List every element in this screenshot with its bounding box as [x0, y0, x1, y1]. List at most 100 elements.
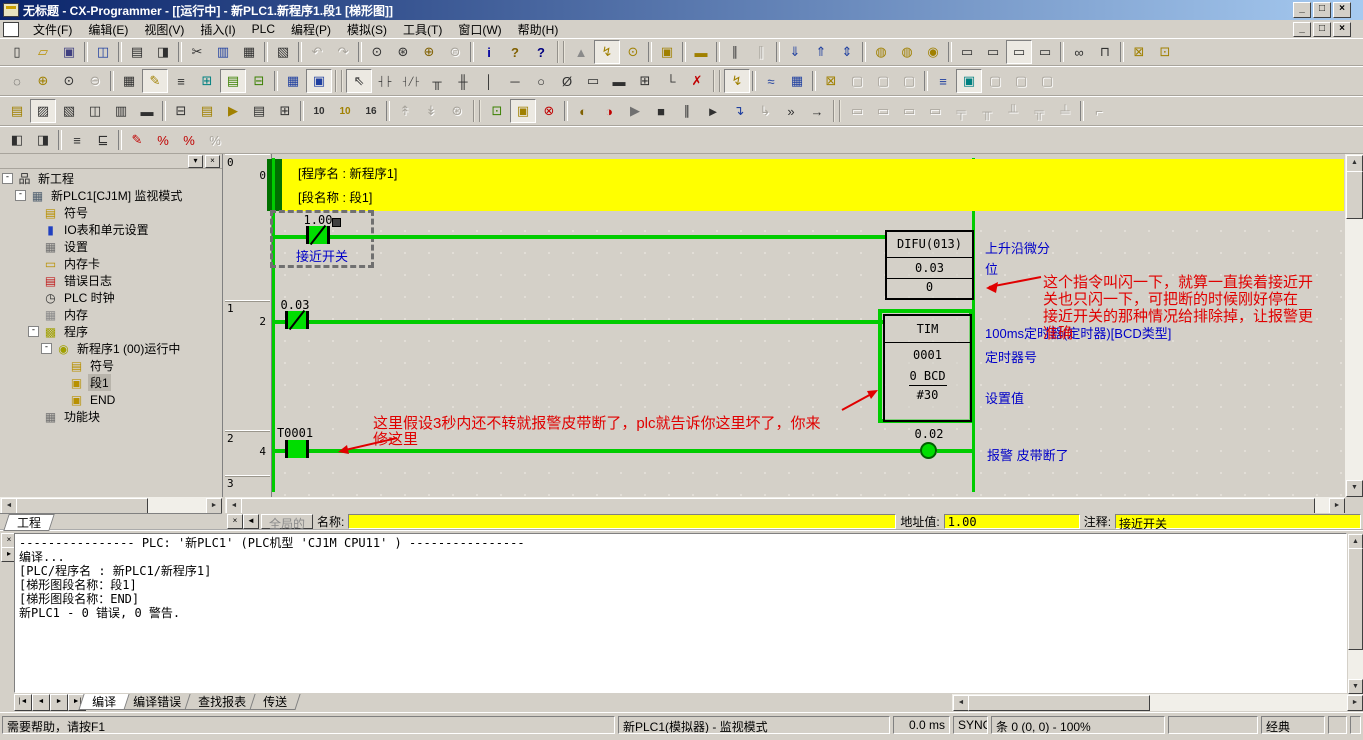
output-window-button[interactable]: ▨: [30, 99, 56, 123]
info-button[interactable]: i: [476, 40, 502, 64]
output-v-scrollbar[interactable]: ▲ ▼: [1348, 534, 1363, 693]
symbol-view-button[interactable]: ▭: [1006, 40, 1032, 64]
grid-toggle-button[interactable]: ▦: [116, 69, 142, 93]
binary-monitor-button[interactable]: ⊞: [272, 99, 298, 123]
symbol-bar-close-button[interactable]: ×: [227, 514, 243, 529]
comment-input[interactable]: 接近开关: [1115, 514, 1361, 529]
new-instruction-nc-button[interactable]: ▬: [606, 69, 632, 93]
cut-button[interactable]: ✂: [184, 40, 210, 64]
new-or-contact-nc-button[interactable]: ╫: [450, 69, 476, 93]
send-changes-button[interactable]: ▭: [896, 99, 922, 123]
paste-special-button[interactable]: ▧: [270, 40, 296, 64]
sim-step-out-button[interactable]: ↳: [752, 99, 778, 123]
display-decimal-button[interactable]: 10: [306, 99, 332, 123]
jump-prev-button[interactable]: ↟: [392, 99, 418, 123]
new-file-button[interactable]: ▯: [4, 40, 30, 64]
shortcut-settings-button[interactable]: ⊠: [818, 69, 844, 93]
io-multi-monitor-button[interactable]: ▣: [956, 69, 982, 93]
minimize-button[interactable]: _: [1293, 2, 1311, 18]
retrieve-button[interactable]: ⊜: [442, 40, 468, 64]
force-cancel-button[interactable]: ╨: [1000, 99, 1026, 123]
upload-program-button[interactable]: ⇑: [808, 40, 834, 64]
error-log-button[interactable]: ▣: [654, 40, 680, 64]
scroll-down-arrow-icon[interactable]: ▼: [1348, 679, 1363, 694]
fb-instance-button[interactable]: ⊛: [444, 99, 470, 123]
tree-item-io-table[interactable]: ▮ IO表和单元设置: [0, 221, 222, 238]
delete-mode-button[interactable]: ✗: [684, 69, 710, 93]
memory-window-button[interactable]: ▥: [108, 99, 134, 123]
tree-expand-toggle[interactable]: -: [15, 190, 26, 201]
sim-step-button[interactable]: ►: [700, 99, 726, 123]
release-password-button[interactable]: ⊡: [1152, 40, 1178, 64]
pause-cancel-button[interactable]: ◑: [596, 99, 622, 123]
new-instruction-button[interactable]: ▭: [580, 69, 606, 93]
block-structure-button[interactable]: ≡: [930, 69, 956, 93]
scroll-right-arrow-icon[interactable]: ►: [1329, 498, 1345, 514]
sim-run-button[interactable]: ▶: [622, 99, 648, 123]
tree-item-memory-card[interactable]: ▭ 内存卡: [0, 255, 222, 272]
replace-button[interactable]: ⊛: [390, 40, 416, 64]
display-signed-decimal-button[interactable]: 10: [332, 99, 358, 123]
set-password-button[interactable]: ⊠: [1126, 40, 1152, 64]
scroll-right-arrow-icon[interactable]: ►: [1347, 695, 1363, 711]
close-button[interactable]: ×: [1333, 2, 1351, 18]
name-input[interactable]: [348, 514, 896, 529]
partial-upload-button[interactable]: ◍: [894, 40, 920, 64]
tab-find-report[interactable]: 查找报表: [184, 694, 259, 710]
annotate-pen-button[interactable]: ✎: [124, 128, 150, 152]
open-file-button[interactable]: ▱: [30, 40, 56, 64]
local-symbol-button[interactable]: ▤: [246, 99, 272, 123]
mdi-minimize-button[interactable]: _: [1293, 22, 1311, 37]
online-edit-compare-button[interactable]: ≈: [758, 69, 784, 93]
tree-item-memory[interactable]: ▦ 内存: [0, 306, 222, 323]
transfer-to-plc-button[interactable]: ▬: [688, 40, 714, 64]
io-comment-button[interactable]: ⊞: [194, 69, 220, 93]
copy-button[interactable]: ▥: [210, 40, 236, 64]
tree-item-end[interactable]: ▣ END: [0, 391, 222, 408]
panel-dropdown-button[interactable]: ▾: [188, 155, 203, 168]
sim-scan-run-button[interactable]: →: [804, 99, 830, 123]
print-button[interactable]: ▤: [124, 40, 150, 64]
ladder-view-button[interactable]: ▭: [954, 40, 980, 64]
new-fb-call-button[interactable]: ⊞: [632, 69, 658, 93]
undo-button[interactable]: ↶: [304, 40, 330, 64]
window-3-button[interactable]: ▢: [1034, 69, 1060, 93]
tree-expand-toggle[interactable]: -: [28, 326, 39, 337]
panel-close-button[interactable]: ×: [205, 155, 220, 168]
reset-bit-button[interactable]: ╧: [1052, 99, 1078, 123]
scroll-thumb[interactable]: [968, 695, 1150, 711]
output-log[interactable]: ---------------- PLC: '新PLC1' (PLC机型 'CJ…: [14, 533, 1347, 693]
scroll-down-arrow-icon[interactable]: ▼: [1346, 480, 1363, 497]
new-contact-nc-button[interactable]: ┤╱├: [398, 69, 424, 93]
window-1-button[interactable]: ▢: [982, 69, 1008, 93]
show-rung-annotation-button[interactable]: ⊑: [90, 128, 116, 152]
monitor-flag-button[interactable]: ▶: [220, 99, 246, 123]
zoom-out-button[interactable]: ⊖: [82, 69, 108, 93]
download-program-button[interactable]: ⇓: [782, 40, 808, 64]
sim-pause-button[interactable]: ∥: [674, 99, 700, 123]
watch-window-button[interactable]: ∞: [1066, 40, 1092, 64]
zoom-100-button[interactable]: ⊙: [56, 69, 82, 93]
paste-button[interactable]: ▦: [236, 40, 262, 64]
scroll-left-arrow-icon[interactable]: ◄: [226, 498, 242, 514]
comment-list-button[interactable]: ≡: [168, 69, 194, 93]
tab-transfer[interactable]: 传送: [249, 694, 300, 710]
usage-percent3-button[interactable]: %: [202, 128, 228, 152]
menu-simulation[interactable]: 模拟(S): [339, 20, 395, 39]
usage-percent-button[interactable]: %: [150, 128, 176, 152]
ladder-h-scrollbar[interactable]: ◄ ►: [225, 497, 1345, 513]
menu-plc[interactable]: PLC: [244, 21, 283, 37]
online-edit-transfer-button[interactable]: ▦: [784, 69, 810, 93]
next-tab-arrow-icon[interactable]: ►: [50, 694, 68, 711]
partial-compare-button[interactable]: ◉: [920, 40, 946, 64]
first-tab-arrow-icon[interactable]: |◄: [14, 694, 32, 711]
zoom-in-button[interactable]: ⊕: [30, 69, 56, 93]
new-horizontal-button[interactable]: ─: [502, 69, 528, 93]
align-comments-button[interactable]: ≡: [64, 128, 90, 152]
decrease-indent-button[interactable]: ◧: [4, 128, 30, 152]
work-online-button[interactable]: ▲: [568, 40, 594, 64]
tree-item-section1[interactable]: ▣ 段1: [0, 374, 222, 391]
tree-item-new-program1[interactable]: - ◉ 新程序1 (00)运行中: [0, 340, 222, 357]
tree-item-new-project[interactable]: - 品 新工程: [0, 170, 222, 187]
tree-item-settings[interactable]: ▦ 设置: [0, 238, 222, 255]
